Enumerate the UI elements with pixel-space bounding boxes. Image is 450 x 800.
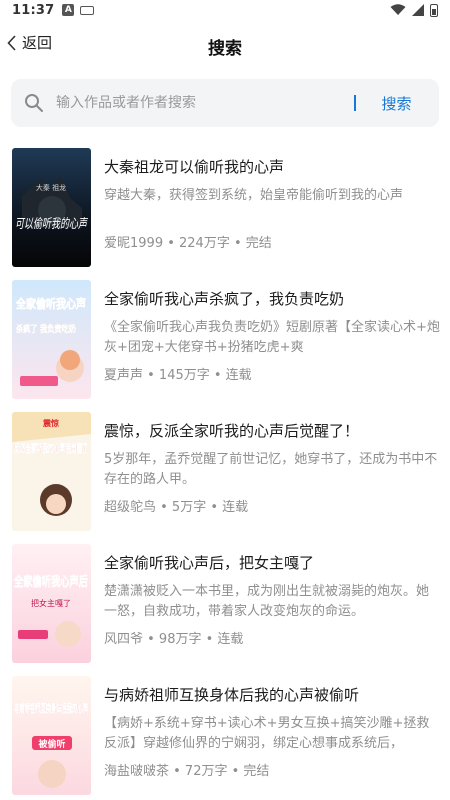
book-title: 震惊，反派全家听我的心声后觉醒了！ xyxy=(104,422,360,440)
book-meta: 夏声声 • 145万字 • 连载 xyxy=(104,368,252,383)
book-meta: 风四爷 • 98万字 • 连载 xyxy=(104,632,244,647)
cover-top-text: 被偷听 xyxy=(38,738,65,750)
cover-top-text: 大秦 祖龙 xyxy=(36,183,66,192)
book-title: 与病娇祖师互换身体后我的心声被偷听 xyxy=(104,686,360,704)
book-meta: 海盐啵啵茶 • 72万字 • 完结 xyxy=(104,764,270,779)
search-icon xyxy=(25,94,43,112)
cover-top-text: 杀疯了 我负责吃奶 xyxy=(16,323,76,335)
book-cover: 震惊 反派全家听我的心声后觉醒了 xyxy=(12,412,91,531)
back-button[interactable]: 返回 xyxy=(6,32,52,53)
cover-top-text: 把女主嘎了 xyxy=(31,598,71,608)
page-title: 搜索 xyxy=(208,39,242,59)
search-button[interactable]: 搜索 xyxy=(382,93,412,114)
status-left-icons: A xyxy=(62,4,95,16)
book-info: 全家偷听我心声后，把女主嘎了 楚潇潇被贬入一本书里，成为刚出生就被溺毙的炮灰。她… xyxy=(104,552,440,649)
signal-icon xyxy=(412,4,424,16)
book-meta: 爱昵1999 • 224万字 • 完结 xyxy=(104,236,272,251)
book-description: 穿越大秦，获得签到系统，始皇帝能偷听到我的心声 xyxy=(104,188,404,203)
keyboard-icon xyxy=(80,5,95,15)
status-time: 11:37 xyxy=(12,2,55,18)
search-input[interactable] xyxy=(56,95,346,111)
app-notification-icon: A xyxy=(62,4,75,16)
cover-top-text: 震惊 xyxy=(42,418,59,428)
nav-bar: 返回 搜索 xyxy=(0,26,450,66)
book-description: 5岁那年，孟乔觉醒了前世记忆，她穿书了，还成为书中不存在的路人甲。 xyxy=(104,452,438,487)
book-title: 全家偷听我心声后，把女主嘎了 xyxy=(104,554,315,572)
book-cover: 与病娇祖师互换身体后我的心声 被偷听 xyxy=(12,676,91,795)
book-item[interactable]: 全家偷听我心声 杀疯了 我负责吃奶 全家偷听我心声杀疯了，我负责吃奶 《全家偷听… xyxy=(0,268,450,399)
book-item[interactable]: 震惊 反派全家听我的心声后觉醒了 震惊，反派全家听我的心声后觉醒了！ 5岁那年，… xyxy=(0,400,450,531)
book-cover: 全家偷听我心声后 把女主嘎了 xyxy=(12,544,91,663)
book-item[interactable]: 与病娇祖师互换身体后我的心声 被偷听 与病娇祖师互换身体后我的心声被偷听 【病娇… xyxy=(0,664,450,795)
cover-title-text: 可以偷听我的心声 xyxy=(15,217,88,232)
cover-title-text: 与病娇祖师互换身体后我的心声 xyxy=(14,701,88,715)
search-divider xyxy=(354,95,356,111)
book-info: 大秦祖龙可以偷听我的心声 穿越大秦，获得签到系统，始皇帝能偷听到我的心声 爱昵1… xyxy=(104,156,440,253)
book-meta: 超级鸵鸟 • 5万字 • 连载 xyxy=(104,500,249,515)
book-title: 全家偷听我心声杀疯了，我负责吃奶 xyxy=(104,290,345,308)
battery-icon xyxy=(430,3,438,17)
status-bar: 11:37 A xyxy=(0,0,450,20)
book-info: 全家偷听我心声杀疯了，我负责吃奶 《全家偷听我心声我负责吃奶》短剧原著【全家读心… xyxy=(104,288,440,385)
book-cover: 全家偷听我心声 杀疯了 我负责吃奶 xyxy=(12,280,91,399)
book-description: 楚潇潇被贬入一本书里，成为刚出生就被溺毙的炮灰。她一怒，自救成功，带着家人改变炮… xyxy=(104,584,430,619)
back-label: 返回 xyxy=(22,34,53,52)
book-description: 《全家偷听我心声我负责吃奶》短剧原著【全家读心术+炮灰+团宠+大佬穿书+扮猪吃虎… xyxy=(104,320,440,355)
book-title: 大秦祖龙可以偷听我的心声 xyxy=(104,158,285,176)
chevron-left-icon xyxy=(7,34,16,51)
book-cover: 大秦 祖龙 可以偷听我的心声 xyxy=(12,148,91,267)
book-item[interactable]: 全家偷听我心声后 把女主嘎了 全家偷听我心声后，把女主嘎了 楚潇潇被贬入一本书里… xyxy=(0,532,450,663)
book-description: 【病娇+系统+穿书+读心术+男女互换+搞笑沙雕+拯救反派】穿越修仙界的宁娴羽，绑… xyxy=(104,716,430,751)
cover-title-text: 全家偷听我心声后 xyxy=(13,574,88,590)
wifi-icon xyxy=(390,4,406,15)
book-item[interactable]: 大秦 祖龙 可以偷听我的心声 大秦祖龙可以偷听我的心声 穿越大秦，获得签到系统，… xyxy=(0,136,450,267)
book-info: 震惊，反派全家听我的心声后觉醒了！ 5岁那年，孟乔觉醒了前世记忆，她穿书了，还成… xyxy=(104,420,440,517)
cover-title-text: 全家偷听我心声 xyxy=(15,296,86,311)
cover-title-text: 反派全家听我的心声后觉醒了 xyxy=(14,441,88,455)
book-info: 与病娇祖师互换身体后我的心声被偷听 【病娇+系统+穿书+读心术+男女互换+搞笑沙… xyxy=(104,684,440,781)
status-right-icons xyxy=(390,3,438,17)
search-bar: 搜索 xyxy=(11,79,439,127)
